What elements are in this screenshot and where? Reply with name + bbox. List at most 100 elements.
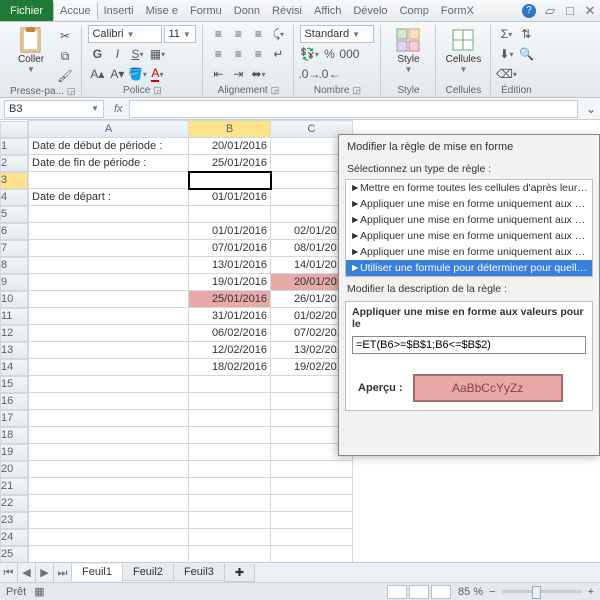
decrease-indent-button[interactable]: ⇤ xyxy=(209,65,227,83)
italic-button[interactable]: I xyxy=(108,45,126,63)
cell[interactable] xyxy=(189,512,271,529)
underline-button[interactable]: S▾ xyxy=(128,45,146,63)
cell[interactable] xyxy=(29,257,189,274)
sheet-tab[interactable]: Feuil3 xyxy=(173,564,225,581)
cell[interactable]: Date de fin de période : xyxy=(29,155,189,172)
cell[interactable]: 12/02/2016 xyxy=(189,342,271,359)
rule-formula-input[interactable] xyxy=(352,336,586,354)
cut-button[interactable]: ✂ xyxy=(56,27,74,45)
row-header[interactable]: 19 xyxy=(0,444,28,461)
sort-button[interactable]: ⇅ xyxy=(517,25,535,43)
cell[interactable] xyxy=(29,495,189,512)
cell[interactable]: 25/01/2016 xyxy=(189,155,271,172)
cell[interactable] xyxy=(271,529,353,546)
cell[interactable] xyxy=(271,495,353,512)
cell[interactable] xyxy=(29,223,189,240)
dialog-launcher-icon[interactable]: ◲ xyxy=(352,85,361,96)
style-button[interactable]: Style▼ xyxy=(387,25,429,75)
bold-button[interactable]: G xyxy=(88,45,106,63)
cell[interactable] xyxy=(189,444,271,461)
cell[interactable] xyxy=(29,444,189,461)
increase-indent-button[interactable]: ⇥ xyxy=(229,65,247,83)
row-header[interactable]: 21 xyxy=(0,478,28,495)
format-painter-button[interactable]: 🖌 xyxy=(56,67,74,85)
cell[interactable]: 13/01/2016 xyxy=(189,257,271,274)
wrap-text-button[interactable]: ↵ xyxy=(269,45,287,63)
grow-font-button[interactable]: A▴ xyxy=(88,65,106,83)
formula-input[interactable] xyxy=(129,100,578,118)
sheet-nav-next-icon[interactable]: ▶ xyxy=(36,563,54,582)
tab-review[interactable]: Révisi xyxy=(266,2,308,20)
cell[interactable] xyxy=(271,461,353,478)
fill-color-button[interactable]: 🪣▾ xyxy=(128,65,146,83)
page-break-view-button[interactable] xyxy=(431,585,451,599)
tab-layout[interactable]: Mise e xyxy=(140,2,184,20)
increase-decimal-button[interactable]: .0→ xyxy=(300,65,318,83)
cell[interactable]: Date de début de période : xyxy=(29,138,189,155)
cell[interactable] xyxy=(189,478,271,495)
cell[interactable] xyxy=(189,427,271,444)
tab-dev[interactable]: Dévelo xyxy=(347,2,393,20)
row-header[interactable]: 18 xyxy=(0,427,28,444)
macro-record-icon[interactable]: ▦ xyxy=(34,585,44,598)
cell[interactable] xyxy=(29,529,189,546)
cell[interactable] xyxy=(29,376,189,393)
merge-button[interactable]: ⬌▾ xyxy=(249,65,267,83)
cell[interactable] xyxy=(271,546,353,563)
font-name-combo[interactable]: Calibri▼ xyxy=(88,25,162,43)
zoom-slider[interactable] xyxy=(502,590,582,593)
page-layout-view-button[interactable] xyxy=(409,585,429,599)
row-header[interactable]: 10 xyxy=(0,291,28,308)
font-size-combo[interactable]: 11▼ xyxy=(164,25,196,43)
tab-formulas[interactable]: Formu xyxy=(184,2,228,20)
select-all-button[interactable] xyxy=(0,121,28,138)
zoom-in-button[interactable]: + xyxy=(588,586,594,598)
normal-view-button[interactable] xyxy=(387,585,407,599)
spreadsheet-grid[interactable]: A B C 1Date de début de période :20/01/2… xyxy=(0,120,353,563)
row-header[interactable]: 7 xyxy=(0,240,28,257)
row-header[interactable]: 4 xyxy=(0,189,28,206)
cell[interactable] xyxy=(271,512,353,529)
expand-formula-bar-icon[interactable]: ⌄ xyxy=(582,100,600,118)
cell[interactable] xyxy=(189,172,271,189)
row-header[interactable]: 6 xyxy=(0,223,28,240)
rule-type-item[interactable]: ►Appliquer une mise en forme uniquement … xyxy=(346,228,592,244)
cell[interactable] xyxy=(29,342,189,359)
cell[interactable] xyxy=(189,495,271,512)
row-header[interactable]: 16 xyxy=(0,393,28,410)
sheet-nav-prev-icon[interactable]: ◀ xyxy=(18,563,36,582)
paste-button[interactable]: Coller▼ xyxy=(10,25,52,75)
cells-button[interactable]: Cellules▼ xyxy=(442,25,484,75)
row-header[interactable]: 23 xyxy=(0,512,28,529)
comma-button[interactable]: 000 xyxy=(340,45,358,63)
col-header-a[interactable]: A xyxy=(29,121,189,138)
col-header-b[interactable]: B xyxy=(189,121,271,138)
cell[interactable]: 01/01/2016 xyxy=(189,189,271,206)
dialog-launcher-icon[interactable]: ◲ xyxy=(271,85,280,96)
zoom-level[interactable]: 85 % xyxy=(458,586,483,598)
row-header[interactable]: 9 xyxy=(0,274,28,291)
align-top-button[interactable]: ≡ xyxy=(209,25,227,43)
clear-button[interactable]: ⌫▾ xyxy=(497,65,515,83)
cell[interactable]: 01/01/2016 xyxy=(189,223,271,240)
cell[interactable] xyxy=(189,529,271,546)
currency-button[interactable]: 💱▾ xyxy=(300,45,318,63)
cell[interactable] xyxy=(29,172,189,189)
font-color-button[interactable]: A▾ xyxy=(148,65,166,83)
sheet-tab[interactable]: Feuil1 xyxy=(71,564,123,581)
tab-view[interactable]: Affich xyxy=(308,2,347,20)
cell[interactable] xyxy=(29,427,189,444)
row-header[interactable]: 22 xyxy=(0,495,28,512)
row-header[interactable]: 25 xyxy=(0,546,28,563)
orientation-button[interactable]: ⤹▾ xyxy=(269,25,287,43)
row-header[interactable]: 14 xyxy=(0,359,28,376)
rule-type-item[interactable]: ►Mettre en forme toutes les cellules d'a… xyxy=(346,180,592,196)
row-header[interactable]: 5 xyxy=(0,206,28,223)
cell[interactable]: 20/01/2016 xyxy=(189,138,271,155)
cell[interactable] xyxy=(189,546,271,563)
cell[interactable] xyxy=(189,376,271,393)
cell[interactable] xyxy=(29,291,189,308)
file-tab[interactable]: Fichier xyxy=(0,0,53,21)
row-header[interactable]: 2 xyxy=(0,155,28,172)
cell[interactable] xyxy=(189,410,271,427)
